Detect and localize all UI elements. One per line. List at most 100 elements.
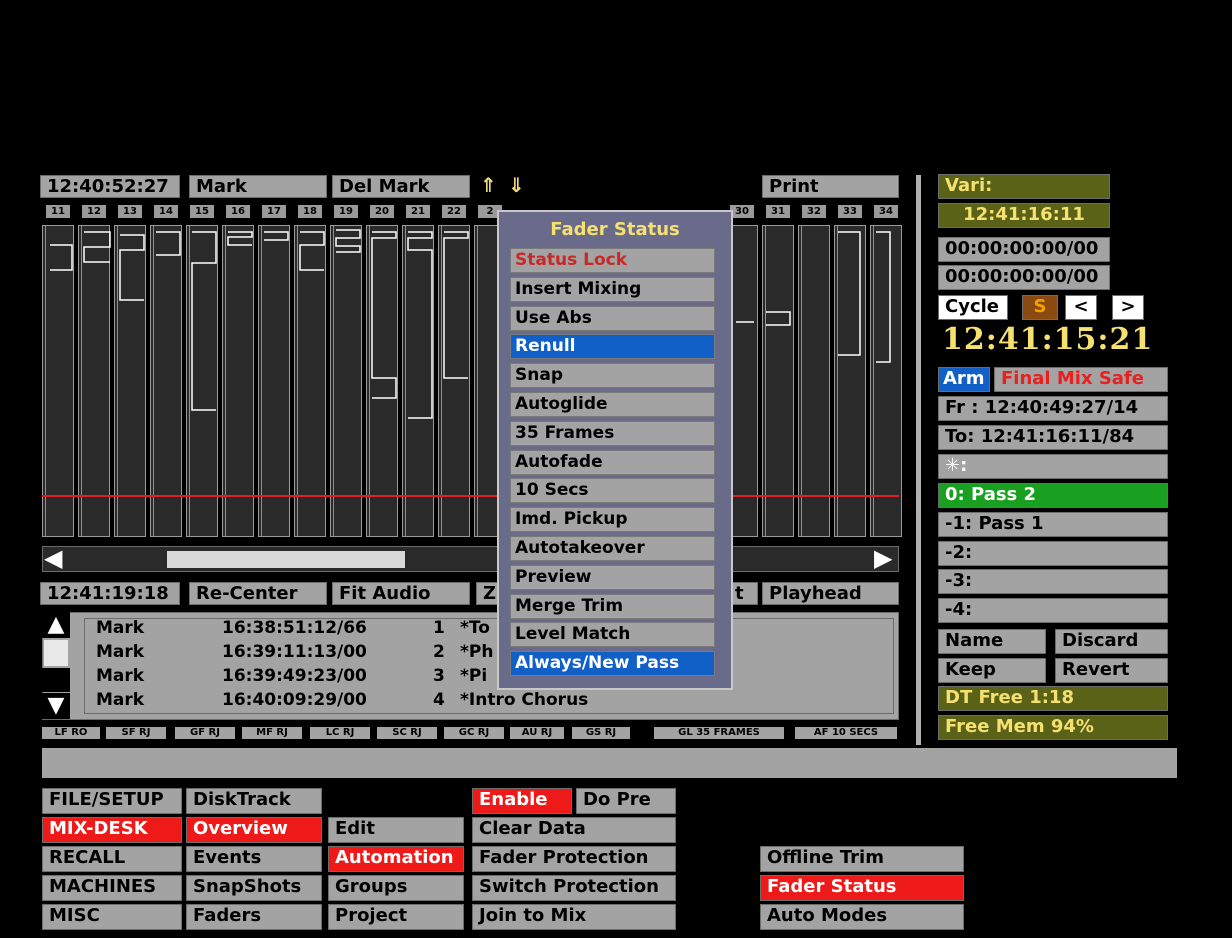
name-button[interactable]: Name (938, 629, 1046, 654)
fit-audio-button[interactable]: Fit Audio (332, 582, 470, 605)
cycle-button[interactable]: Cycle (938, 295, 1008, 320)
pass-item[interactable]: -1: Pass 1 (938, 511, 1168, 537)
menu-col3-item[interactable]: Project (328, 904, 464, 930)
next-button[interactable]: > (1112, 295, 1144, 320)
timecode-field-1[interactable]: 00:00:00:00/00 (938, 237, 1110, 262)
panel-divider (916, 175, 921, 745)
event-time[interactable]: 16:39:11:13/00 (222, 642, 367, 662)
menu-col2-item[interactable]: Faders (186, 904, 322, 930)
menu-col4-item[interactable]: Switch Protection (472, 875, 676, 901)
menu-col1-item[interactable]: RECALL (42, 846, 182, 872)
mode-indicator: SC RJ (377, 727, 437, 739)
fader-status-option[interactable]: Insert Mixing (510, 276, 715, 302)
menu-col4-item[interactable]: Fader Protection (472, 846, 676, 872)
fader-status-option[interactable]: 10 Secs (510, 478, 715, 504)
event-name[interactable]: *Ph (460, 642, 493, 662)
revert-button[interactable]: Revert (1055, 658, 1168, 683)
popup-title: Fader Status (550, 219, 680, 240)
event-num[interactable]: 1 (433, 618, 445, 638)
playhead-button[interactable]: Playhead (762, 582, 899, 605)
pass-item[interactable]: -4: (938, 598, 1168, 624)
mode-indicator: SF RJ (106, 727, 166, 739)
from-time: Fr : 12:40:49:27/14 (938, 396, 1168, 421)
list-scroll-up-icon[interactable]: ▲ (42, 612, 70, 638)
list-scroll-down-icon[interactable]: ▼ (42, 693, 70, 719)
mode-indicator: AF 10 SECS (795, 727, 897, 739)
scroll-left-arrow-icon[interactable]: ◀ (44, 544, 62, 572)
menu-col4-item[interactable]: Do Pre (576, 788, 676, 814)
fader-status-option[interactable]: Autofade (510, 449, 715, 475)
menu-col2-item[interactable]: DiskTrack (186, 788, 322, 814)
event-type[interactable]: Mark (96, 642, 144, 662)
menu-col2-item[interactable]: Events (186, 846, 322, 872)
menu-col4-item[interactable]: Enable (472, 788, 572, 814)
list-scroll-thumb[interactable] (44, 640, 68, 666)
star-field: ✳: (938, 454, 1168, 479)
fader-status-option[interactable]: 35 Frames (510, 420, 715, 446)
free-memory: Free Mem 94% (938, 715, 1168, 740)
event-num[interactable]: 4 (433, 690, 445, 710)
menu-col5-item[interactable]: Offline Trim (760, 846, 964, 872)
scroll-thumb[interactable] (167, 551, 405, 568)
event-name[interactable]: *Pi (460, 666, 487, 686)
menu-col2-item[interactable]: Overview (186, 817, 322, 843)
recenter-button[interactable]: Re-Center (189, 582, 327, 605)
menu-col3-item[interactable]: Automation (328, 846, 464, 872)
current-time-display: 12:41:19:18 (40, 582, 180, 605)
vari-label: Vari: (938, 174, 1110, 199)
menu-col5-item[interactable]: Auto Modes (760, 904, 964, 930)
fader-status-option[interactable]: Autoglide (510, 392, 715, 417)
menu-col4-item[interactable]: Clear Data (472, 817, 676, 843)
keep-button[interactable]: Keep (938, 658, 1046, 683)
mode-indicator: GC RJ (444, 727, 504, 739)
final-mix-safe-button[interactable]: Final Mix Safe (994, 367, 1168, 392)
big-timecode: 12:41:15:21 (942, 322, 1154, 357)
list-scroll-track[interactable] (42, 668, 70, 692)
event-type[interactable]: Mark (96, 690, 144, 710)
fader-status-option[interactable]: Always/New Pass (510, 651, 715, 677)
fader-status-option[interactable]: Renull (510, 334, 715, 360)
menu-col3-item[interactable]: Edit (328, 817, 464, 843)
fader-status-option[interactable]: Merge Trim (510, 593, 715, 619)
fader-status-option[interactable]: Imd. Pickup (510, 507, 715, 533)
menu-col1-item[interactable]: FILE/SETUP (42, 788, 182, 814)
scroll-right-arrow-icon[interactable]: ▶ (874, 544, 892, 572)
menu-col1-item[interactable]: MISC (42, 904, 182, 930)
event-type[interactable]: Mark (96, 666, 144, 686)
fader-status-option[interactable]: Status Lock (510, 248, 715, 273)
partial-button[interactable]: t (730, 582, 758, 605)
event-num[interactable]: 3 (433, 666, 445, 686)
mode-indicator: GF RJ (175, 727, 235, 739)
event-num[interactable]: 2 (433, 642, 445, 662)
s-toggle[interactable]: S (1022, 295, 1058, 320)
menu-col4-item[interactable]: Join to Mix (472, 904, 676, 930)
event-time[interactable]: 16:40:09:29/00 (222, 690, 367, 710)
event-time[interactable]: 16:39:49:23/00 (222, 666, 367, 686)
pass-item[interactable]: -2: (938, 540, 1168, 566)
fader-status-option[interactable]: Autotakeover (510, 536, 715, 561)
menu-col1-item[interactable]: MIX-DESK (42, 817, 182, 843)
prev-button[interactable]: < (1065, 295, 1097, 320)
fader-status-option[interactable]: Preview (510, 564, 715, 590)
fader-status-option[interactable]: Use Abs (510, 305, 715, 331)
pass-item[interactable]: -3: (938, 569, 1168, 595)
menu-col2-item[interactable]: SnapShots (186, 875, 322, 901)
mode-indicator: AU RJ (510, 727, 564, 739)
discard-button[interactable]: Discard (1055, 629, 1168, 654)
event-time[interactable]: 16:38:51:12/66 (222, 618, 367, 638)
fader-status-option[interactable]: Snap (510, 363, 715, 389)
mode-indicator: GL 35 FRAMES (654, 727, 784, 739)
event-name[interactable]: *To (460, 618, 490, 638)
menu-col1-item[interactable]: MACHINES (42, 875, 182, 901)
disktrack-free: DT Free 1:18 (938, 686, 1168, 711)
vari-time: 12:41:16:11 (938, 203, 1110, 228)
timecode-field-2[interactable]: 00:00:00:00/00 (938, 265, 1110, 290)
mode-indicator: LF RO (42, 727, 100, 739)
fader-status-option[interactable]: Level Match (510, 622, 715, 648)
arm-button[interactable]: Arm (938, 367, 990, 392)
event-name[interactable]: *Intro Chorus (460, 690, 588, 710)
menu-col5-item[interactable]: Fader Status (760, 875, 964, 901)
pass-item[interactable]: 0: Pass 2 (938, 483, 1168, 508)
event-type[interactable]: Mark (96, 618, 144, 638)
menu-col3-item[interactable]: Groups (328, 875, 464, 901)
